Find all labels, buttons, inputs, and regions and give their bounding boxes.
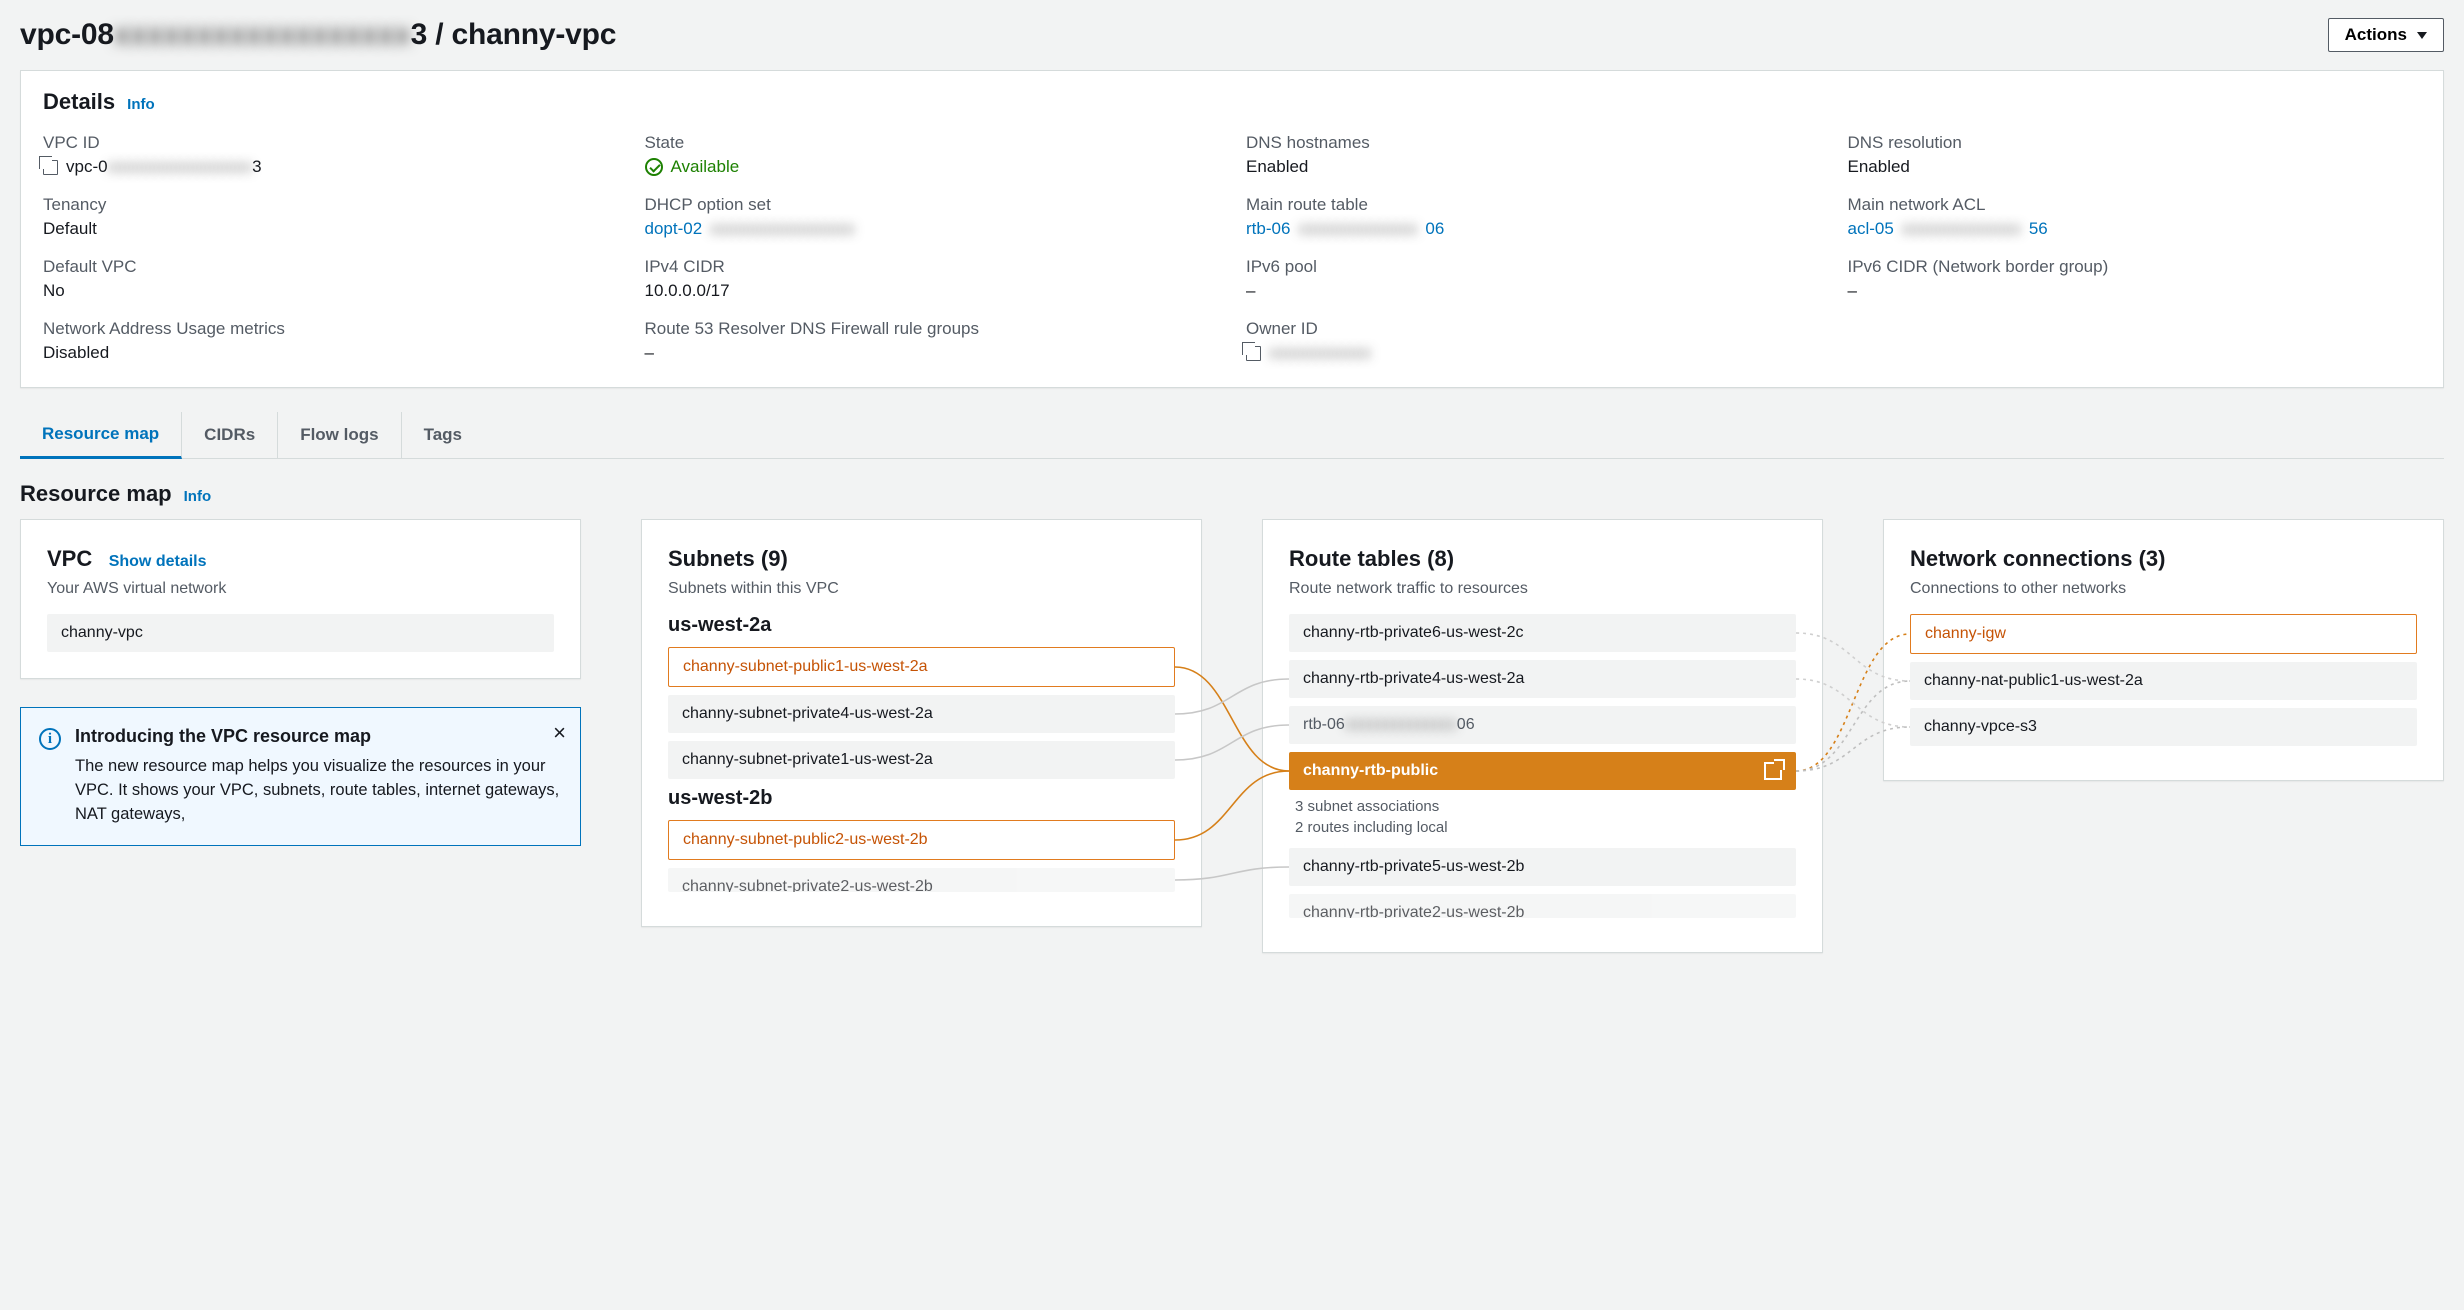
details-panel: Details Info VPC ID vpc-0xxxxxxxxxxxxxxx… bbox=[20, 70, 2444, 388]
connections-card: Network connections (3) Connections to o… bbox=[1883, 519, 2444, 781]
info-icon: i bbox=[39, 728, 61, 750]
tab-cidrs[interactable]: CIDRs bbox=[182, 412, 278, 458]
subnet-chip[interactable]: channy-subnet-private4-us-west-2a bbox=[668, 695, 1175, 733]
main-route-table-link[interactable]: rtb-06xxxxxxxxxxxxxx06 bbox=[1246, 219, 1820, 239]
detail-ipv4-cidr: IPv4 CIDR 10.0.0.0/17 bbox=[645, 257, 1219, 301]
subnet-chip[interactable]: channy-subnet-private2-us-west-2b bbox=[668, 868, 1175, 892]
actions-button[interactable]: Actions bbox=[2328, 18, 2444, 52]
infobox: i Introducing the VPC resource map The n… bbox=[20, 707, 581, 846]
chevron-down-icon bbox=[2417, 32, 2427, 39]
main-nacl-link[interactable]: acl-05xxxxxxxxxxxxxx56 bbox=[1848, 219, 2422, 239]
detail-default-vpc: Default VPC No bbox=[43, 257, 617, 301]
connection-chip[interactable]: channy-nat-public1-us-west-2a bbox=[1910, 662, 2417, 700]
zone-label: us-west-2b bbox=[668, 787, 1175, 810]
connections-sub: Connections to other networks bbox=[1910, 580, 2417, 598]
subnet-chip[interactable]: channy-subnet-public2-us-west-2b bbox=[668, 820, 1175, 860]
subnet-chip[interactable]: channy-subnet-private1-us-west-2a bbox=[668, 741, 1175, 779]
detail-main-route-table: Main route table rtb-06xxxxxxxxxxxxxx06 bbox=[1246, 195, 1820, 239]
resource-map-title: Resource map bbox=[20, 481, 172, 507]
route-table-chip[interactable]: channy-rtb-private4-us-west-2a bbox=[1289, 660, 1796, 698]
detail-vpc-id: VPC ID vpc-0xxxxxxxxxxxxxxxxx3 bbox=[43, 133, 617, 177]
vpc-card-sub: Your AWS virtual network bbox=[47, 580, 554, 598]
check-circle-icon bbox=[645, 158, 663, 176]
route-table-chip[interactable]: channy-rtb-private5-us-west-2b bbox=[1289, 848, 1796, 886]
route-table-chip[interactable]: channy-rtb-private6-us-west-2c bbox=[1289, 614, 1796, 652]
connections-title: Network connections (3) bbox=[1910, 546, 2165, 571]
detail-main-nacl: Main network ACL acl-05xxxxxxxxxxxxxx56 bbox=[1848, 195, 2422, 239]
details-title: Details bbox=[43, 89, 115, 115]
external-link-icon[interactable] bbox=[1764, 762, 1782, 780]
copy-icon[interactable] bbox=[43, 160, 58, 175]
tab-tags[interactable]: Tags bbox=[402, 412, 484, 458]
tabs: Resource map CIDRs Flow logs Tags bbox=[20, 412, 2444, 459]
subnet-chip[interactable]: channy-subnet-public1-us-west-2a bbox=[668, 647, 1175, 687]
route-table-meta: 3 subnet associations2 routes including … bbox=[1295, 796, 1796, 838]
vpc-card-title: VPC bbox=[47, 546, 92, 571]
connection-chip[interactable]: channy-igw bbox=[1910, 614, 2417, 654]
detail-dns-hostnames: DNS hostnames Enabled bbox=[1246, 133, 1820, 177]
route-tables-title: Route tables (8) bbox=[1289, 546, 1454, 571]
subnets-sub: Subnets within this VPC bbox=[668, 580, 1175, 598]
route-tables-sub: Route network traffic to resources bbox=[1289, 580, 1796, 598]
detail-state: State Available bbox=[645, 133, 1219, 177]
route-tables-card: Route tables (8) Route network traffic t… bbox=[1262, 519, 1823, 953]
connection-chip[interactable]: channy-vpce-s3 bbox=[1910, 708, 2417, 746]
tab-flow-logs[interactable]: Flow logs bbox=[278, 412, 401, 458]
details-info-link[interactable]: Info bbox=[127, 96, 155, 113]
page-title: vpc-08xxxxxxxxxxxxxxxxxx3 / channy-vpc bbox=[20, 18, 616, 52]
detail-dns-resolution: DNS resolution Enabled bbox=[1848, 133, 2422, 177]
detail-owner-id: Owner ID xxxxxxxxxxxx bbox=[1246, 319, 1820, 363]
subnets-title: Subnets (9) bbox=[668, 546, 788, 571]
tab-resource-map[interactable]: Resource map bbox=[20, 412, 182, 459]
detail-ipv6-cidr: IPv6 CIDR (Network border group) – bbox=[1848, 257, 2422, 301]
infobox-body: The new resource map helps you visualize… bbox=[75, 755, 562, 827]
show-details-link[interactable]: Show details bbox=[109, 553, 207, 570]
detail-tenancy: Tenancy Default bbox=[43, 195, 617, 239]
vpc-name-chip[interactable]: channy-vpc bbox=[47, 614, 554, 652]
route-table-chip[interactable]: rtb-06xxxxxxxxxxxxxx06 bbox=[1289, 706, 1796, 744]
dhcp-link[interactable]: dopt-02xxxxxxxxxxxxxxxxx bbox=[645, 219, 1219, 239]
zone-label: us-west-2a bbox=[668, 614, 1175, 637]
copy-icon[interactable] bbox=[1246, 346, 1261, 361]
route-table-chip[interactable]: channy-rtb-public bbox=[1289, 752, 1796, 790]
route-table-chip[interactable]: channy-rtb-private2-us-west-2b bbox=[1289, 894, 1796, 918]
infobox-title: Introducing the VPC resource map bbox=[75, 726, 562, 747]
actions-label: Actions bbox=[2345, 25, 2407, 45]
detail-r53: Route 53 Resolver DNS Firewall rule grou… bbox=[645, 319, 1219, 363]
vpc-card: VPC Show details Your AWS virtual networ… bbox=[20, 519, 581, 679]
detail-dhcp: DHCP option set dopt-02xxxxxxxxxxxxxxxxx bbox=[645, 195, 1219, 239]
subnets-card: Subnets (9) Subnets within this VPC us-w… bbox=[641, 519, 1202, 927]
detail-ipv6-pool: IPv6 pool – bbox=[1246, 257, 1820, 301]
detail-nau: Network Address Usage metrics Disabled bbox=[43, 319, 617, 363]
resource-map-info-link[interactable]: Info bbox=[184, 488, 212, 505]
close-icon[interactable]: × bbox=[553, 720, 566, 746]
